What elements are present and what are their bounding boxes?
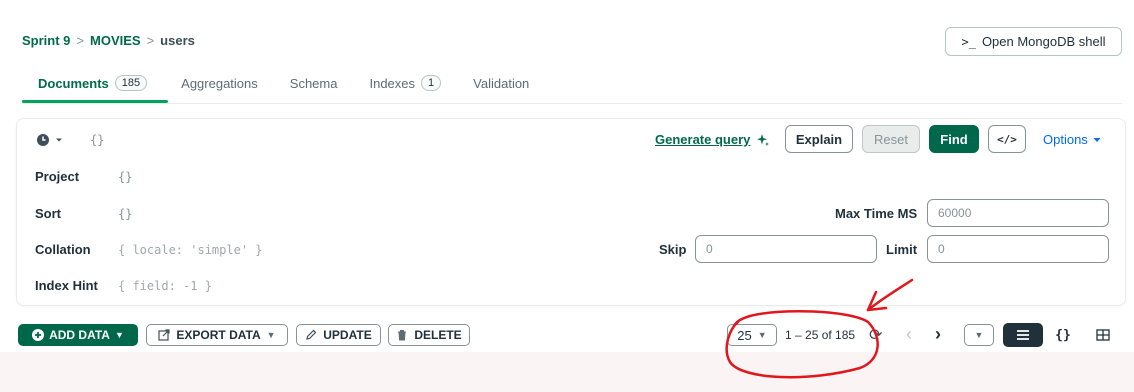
skip-label: Skip xyxy=(659,242,687,257)
generate-query-link[interactable]: Generate query xyxy=(655,132,770,147)
tab-label: Indexes xyxy=(369,75,416,91)
list-view-icon xyxy=(1017,330,1029,340)
sort-input[interactable]: {} xyxy=(118,207,132,221)
caret-down-icon: ▼ xyxy=(114,330,124,340)
explain-button[interactable]: Explain xyxy=(785,125,853,153)
documents-count-badge: 185 xyxy=(114,75,148,91)
index-hint-label: Index Hint xyxy=(35,278,98,293)
reset-button[interactable]: Reset xyxy=(862,125,920,153)
project-label: Project xyxy=(35,169,80,184)
query-history-button[interactable] xyxy=(36,133,64,147)
tab-label: Schema xyxy=(289,75,338,91)
sparkle-icon xyxy=(757,133,770,146)
json-view-button[interactable]: {} xyxy=(1043,323,1083,347)
tab-aggregations[interactable]: Aggregations xyxy=(181,76,258,91)
export-data-button[interactable]: EXPORT DATA ▼ xyxy=(146,324,288,346)
options-label: Options xyxy=(1043,132,1088,147)
table-view-icon xyxy=(1096,329,1110,341)
generate-query-label: Generate query xyxy=(655,132,751,147)
tab-label: Aggregations xyxy=(181,75,258,91)
plus-circle-icon xyxy=(32,329,45,341)
add-data-label: ADD DATA xyxy=(49,328,110,342)
caret-down-icon xyxy=(1093,137,1101,142)
view-switcher: {} xyxy=(1003,323,1125,347)
breadcrumb-separator: > xyxy=(146,33,155,48)
collection-tabs: Documents 185 Aggregations Schema Indexe… xyxy=(22,72,561,94)
tab-validation[interactable]: Validation xyxy=(473,76,529,91)
tab-indexes[interactable]: Indexes 1 xyxy=(369,75,442,91)
export-data-label: EXPORT DATA xyxy=(176,328,261,342)
breadcrumb-database[interactable]: MOVIES xyxy=(90,33,141,48)
options-toggle[interactable]: Options xyxy=(1043,132,1102,147)
tabs-divider xyxy=(22,103,1122,104)
sort-label: Sort xyxy=(35,206,61,221)
active-tab-indicator xyxy=(22,100,168,103)
clock-icon xyxy=(37,134,49,146)
list-view-button[interactable] xyxy=(1003,323,1043,347)
breadcrumb-cluster[interactable]: Sprint 9 xyxy=(22,33,70,48)
delete-label: DELETE xyxy=(414,328,462,342)
breadcrumb: Sprint 9 > MOVIES > users xyxy=(22,33,195,48)
limit-label: Limit xyxy=(886,242,918,257)
update-button[interactable]: UPDATE xyxy=(296,324,381,346)
update-label: UPDATE xyxy=(323,328,372,342)
add-data-button[interactable]: ADD DATA ▼ xyxy=(18,324,138,346)
caret-down-icon: ▼ xyxy=(266,330,276,340)
breadcrumb-separator: > xyxy=(76,33,84,48)
tab-label: Validation xyxy=(473,75,530,91)
pencil-icon xyxy=(306,329,317,340)
chevron-down-icon xyxy=(56,138,62,142)
caret-down-icon: ▼ xyxy=(974,330,984,340)
annotation-circle-icon xyxy=(725,278,914,379)
tab-documents[interactable]: Documents 185 xyxy=(22,75,148,91)
view-options-dropdown[interactable]: ▼ xyxy=(964,324,994,346)
export-to-language-button[interactable]: </> xyxy=(988,125,1026,153)
open-shell-label: Open MongoDB shell xyxy=(981,34,1106,49)
next-page-icon[interactable]: › xyxy=(935,324,941,345)
index-hint-input[interactable]: { field: -1 } xyxy=(118,279,212,293)
collation-input[interactable]: { locale: 'simple' } xyxy=(118,243,263,257)
tab-label: Documents xyxy=(38,75,109,91)
open-shell-button[interactable]: >_ Open MongoDB shell xyxy=(945,27,1122,56)
breadcrumb-collection: users xyxy=(160,33,195,48)
indexes-count-badge: 1 xyxy=(421,75,442,91)
find-button[interactable]: Find xyxy=(929,125,979,153)
code-icon: </> xyxy=(997,132,1017,146)
results-area xyxy=(0,352,1134,392)
limit-input[interactable]: 0 xyxy=(927,235,1109,263)
max-time-input[interactable]: 60000 xyxy=(927,199,1109,227)
terminal-icon: >_ xyxy=(961,34,976,49)
filter-input[interactable]: {} xyxy=(90,133,104,147)
export-icon xyxy=(158,329,171,341)
collation-label: Collation xyxy=(35,242,91,257)
max-time-label: Max Time MS xyxy=(835,206,918,221)
skip-input[interactable]: 0 xyxy=(695,235,877,263)
trash-icon xyxy=(398,330,407,341)
json-view-icon: {} xyxy=(1055,327,1071,343)
delete-button[interactable]: DELETE xyxy=(388,324,470,346)
table-view-button[interactable] xyxy=(1083,323,1123,347)
project-input[interactable]: {} xyxy=(118,170,132,184)
tab-schema[interactable]: Schema xyxy=(290,76,338,91)
